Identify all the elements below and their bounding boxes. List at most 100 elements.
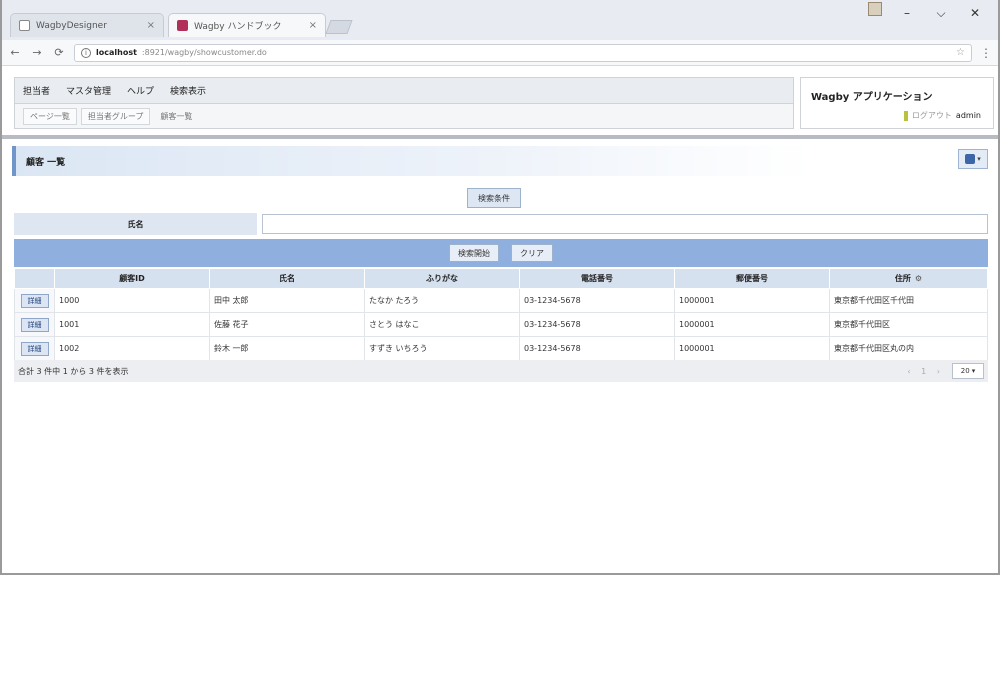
address-path: :8921/wagby/showcustomer.do	[141, 48, 267, 57]
result-table: 顧客ID 氏名 ふりがな 電話番号 郵便番号 住所 ⚙ 詳細 1000 田中 太郎…	[14, 268, 988, 361]
main-menu: 担当者 マスタ管理 ヘルプ 検索表示 ページ一覧 担当者グループ 顧客一覧	[14, 77, 794, 129]
page-icon	[19, 20, 30, 31]
submenu-item-staff-group[interactable]: 担当者グループ	[80, 107, 151, 125]
name-search-input[interactable]	[262, 214, 988, 234]
browser-toolbar: ← → ⟳ i localhost :8921/wagby/showcustome…	[2, 40, 998, 66]
cell-address: 東京都千代田区丸の内	[829, 336, 988, 361]
page-title: 顧客 一覧	[26, 157, 66, 168]
search-button-bar: 検索開始 クリア	[14, 239, 988, 267]
profile-icon[interactable]	[868, 2, 882, 16]
table-row: 詳細 1002 鈴木 一郎 すずき いちろう 03-1234-5678 1000…	[14, 336, 988, 361]
cell-postal-code: 1000001	[674, 312, 830, 337]
clear-button[interactable]: クリア	[511, 244, 553, 262]
cell-postal-code: 1000001	[674, 336, 830, 361]
window-controls: – ⌵ ✕	[890, 0, 992, 26]
user-icon	[903, 110, 908, 121]
row-action-cell: 詳細	[14, 288, 55, 313]
close-icon[interactable]: ×	[147, 20, 155, 31]
tab-title: Wagby ハンドブック	[194, 22, 282, 32]
header-divider	[2, 135, 998, 139]
app-title: Wagby アプリケーション	[811, 92, 933, 103]
search-condition-button[interactable]: 検索条件	[467, 188, 521, 208]
header-postal-code[interactable]: 郵便番号	[674, 268, 830, 289]
new-tab-button[interactable]	[325, 20, 353, 34]
pager-info: 合計 3 件中 1 から 3 件を表示	[18, 366, 129, 376]
logout-link[interactable]: ログアウト	[912, 110, 952, 121]
page-size-value: 20	[960, 367, 970, 375]
browser-window: WagbyDesigner × Wagby ハンドブック × – ⌵ ✕ ← →…	[0, 0, 1000, 575]
user-name: admin	[955, 111, 981, 120]
cell-name: 田中 太郎	[209, 288, 365, 313]
menu-item-search-view[interactable]: 検索表示	[170, 84, 206, 97]
forward-button[interactable]: →	[30, 46, 44, 59]
header-furigana[interactable]: ふりがな	[364, 268, 520, 289]
menu-item-master[interactable]: マスタ管理	[66, 84, 111, 97]
app-header: 担当者 マスタ管理 ヘルプ 検索表示 ページ一覧 担当者グループ 顧客一覧 Wa…	[10, 72, 994, 134]
cell-address: 東京都千代田区	[829, 312, 988, 337]
chevron-down-icon: ▾	[977, 155, 981, 163]
row-action-cell: 詳細	[14, 312, 55, 337]
cell-furigana: さとう はなこ	[364, 312, 520, 337]
address-bar[interactable]: i localhost :8921/wagby/showcustomer.do ☆	[74, 43, 972, 62]
table-row: 詳細 1001 佐藤 花子 さとう はなこ 03-1234-5678 10000…	[14, 312, 988, 337]
cell-phone: 03-1234-5678	[519, 336, 675, 361]
cell-phone: 03-1234-5678	[519, 312, 675, 337]
header-address[interactable]: 住所 ⚙	[829, 268, 988, 289]
cell-furigana: たなか たろう	[364, 288, 520, 313]
pager-bar: 合計 3 件中 1 から 3 件を表示 ‹ 1 › 20 ▾	[14, 360, 988, 382]
submenu-item-pages[interactable]: ページ一覧	[23, 107, 77, 125]
header-customer-id[interactable]: 顧客ID	[54, 268, 210, 289]
panel-tool-button[interactable]: ▾	[958, 149, 988, 169]
header-postal-code-label: 郵便番号	[736, 274, 768, 283]
column-settings-icon[interactable]: ⚙	[915, 274, 922, 283]
back-button[interactable]: ←	[8, 46, 22, 59]
bookmark-star-icon[interactable]: ☆	[956, 47, 965, 58]
tab-title: WagbyDesigner	[36, 20, 107, 31]
header-address-label: 住所	[894, 274, 911, 283]
menu-item-help[interactable]: ヘルプ	[127, 84, 154, 97]
cell-name: 鈴木 一郎	[209, 336, 365, 361]
maximize-button[interactable]: ⌵	[924, 0, 958, 26]
cell-furigana: すずき いちろう	[364, 336, 520, 361]
wagby-favicon-icon	[177, 20, 188, 31]
tab-wagby-designer[interactable]: WagbyDesigner ×	[10, 13, 164, 37]
header-action	[14, 268, 55, 289]
tab-wagby-handbook[interactable]: Wagby ハンドブック ×	[168, 13, 326, 37]
close-icon[interactable]: ×	[309, 20, 317, 31]
tab-strip: WagbyDesigner × Wagby ハンドブック × – ⌵ ✕	[2, 0, 998, 40]
header-phone[interactable]: 電話番号	[519, 268, 675, 289]
page-size-select[interactable]: 20 ▾	[952, 363, 984, 379]
address-host: localhost	[96, 48, 137, 57]
menu-row: 担当者 マスタ管理 ヘルプ 検索表示	[15, 78, 793, 104]
user-info: ログアウト admin	[903, 110, 981, 121]
panel-title-bar: 顧客 一覧	[12, 146, 812, 176]
table-header-row: 顧客ID 氏名 ふりがな 電話番号 郵便番号 住所 ⚙	[14, 268, 988, 289]
cell-phone: 03-1234-5678	[519, 288, 675, 313]
app-title-box: Wagby アプリケーション ログアウト admin	[800, 77, 994, 129]
search-row: 氏名	[14, 213, 988, 235]
cell-customer-id: 1001	[54, 312, 210, 337]
cell-customer-id: 1000	[54, 288, 210, 313]
minimize-button[interactable]: –	[890, 0, 924, 26]
window-close-button[interactable]: ✕	[958, 0, 992, 26]
reload-button[interactable]: ⟳	[52, 46, 66, 59]
pager-nav[interactable]: ‹ 1 ›	[907, 367, 944, 376]
detail-button[interactable]: 詳細	[20, 317, 49, 332]
cell-customer-id: 1002	[54, 336, 210, 361]
wrench-icon	[965, 154, 976, 164]
search-start-button[interactable]: 検索開始	[449, 244, 499, 262]
detail-button[interactable]: 詳細	[20, 341, 49, 356]
menu-item-staff[interactable]: 担当者	[23, 84, 50, 97]
browser-menu-icon[interactable]: ⋮	[980, 46, 992, 60]
table-row: 詳細 1000 田中 太郎 たなか たろう 03-1234-5678 10000…	[14, 288, 988, 313]
info-icon[interactable]: i	[81, 47, 91, 58]
submenu-item-customers[interactable]: 顧客一覧	[154, 109, 198, 124]
cell-name: 佐藤 花子	[209, 312, 365, 337]
cell-address: 東京都千代田区千代田	[829, 288, 988, 313]
search-field-label: 氏名	[14, 213, 257, 235]
submenu-row: ページ一覧 担当者グループ 顧客一覧	[15, 104, 793, 128]
cell-postal-code: 1000001	[674, 288, 830, 313]
header-name[interactable]: 氏名	[209, 268, 365, 289]
row-action-cell: 詳細	[14, 336, 55, 361]
detail-button[interactable]: 詳細	[20, 293, 49, 308]
